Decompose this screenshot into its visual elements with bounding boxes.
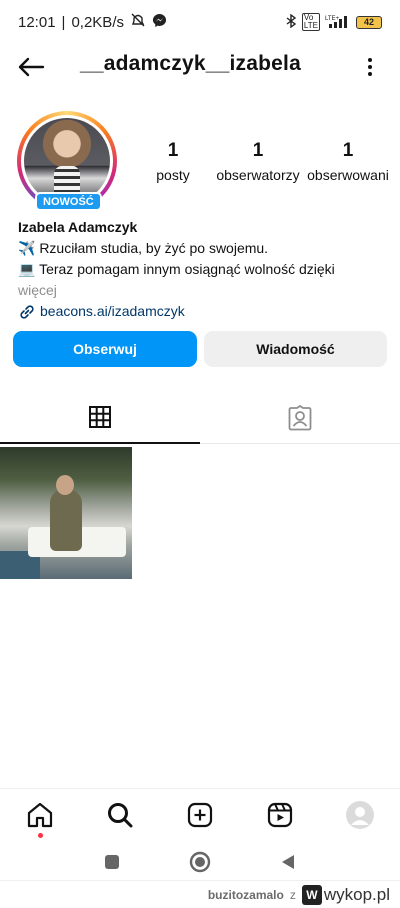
- wykop-logo-icon: W: [301, 884, 322, 905]
- stat-following-value: 1: [342, 140, 354, 161]
- tab-posts-grid[interactable]: [0, 392, 200, 444]
- post-thumbnail[interactable]: [0, 447, 132, 579]
- volte-icon: Vo LTE: [301, 13, 320, 31]
- watermark-user: buzitozamalo: [207, 887, 284, 902]
- back-triangle-icon: [282, 855, 294, 869]
- svg-text:LTE+: LTE+: [325, 16, 340, 22]
- nav-profile[interactable]: [340, 799, 380, 831]
- reels-icon: [267, 802, 293, 828]
- nav-reels[interactable]: [260, 799, 300, 831]
- status-network-speed: 0,2KB/s: [71, 13, 124, 31]
- home-circle-icon: [189, 851, 211, 873]
- profile-bio: Izabela Adamczyk ✈️ Rzuciłam studia, by …: [18, 217, 382, 322]
- status-separator: |: [61, 13, 66, 31]
- bottom-navigation: [0, 788, 400, 840]
- search-icon: [108, 803, 133, 828]
- more-options-button[interactable]: [360, 52, 380, 82]
- system-back-button[interactable]: [277, 851, 299, 873]
- tagged-person-icon: [288, 404, 312, 430]
- watermark-separator: z: [289, 887, 296, 902]
- back-button[interactable]: [16, 52, 46, 82]
- home-icon: [27, 802, 53, 828]
- bio-line: ✈️ Rzuciłam studia, by żyć po swojemu.: [18, 240, 269, 256]
- bio-line: 💻 Teraz pomagam innym osiągnąć wolność d…: [18, 261, 335, 277]
- nav-create[interactable]: [180, 799, 220, 831]
- message-button[interactable]: Wiadomość: [204, 331, 387, 367]
- signal-icon: LTE+: [325, 14, 351, 31]
- link-icon: [20, 304, 34, 319]
- system-navigation: [0, 843, 400, 879]
- profile-name: Izabela Adamczyk: [18, 219, 138, 235]
- tab-tagged[interactable]: [200, 392, 400, 444]
- stat-followers-value: 1: [252, 140, 264, 161]
- follow-button[interactable]: Obserwuj: [13, 331, 197, 367]
- profile-header: __adamczyk__izabela: [0, 44, 400, 88]
- status-left: 12:01 | 0,2KB/s: [18, 12, 167, 32]
- messenger-icon: [152, 13, 167, 32]
- nav-home[interactable]: [20, 799, 60, 838]
- status-bar: 12:01 | 0,2KB/s Vo LTE LTE+ 42: [0, 0, 400, 44]
- stat-following-label: obserwowani: [307, 167, 389, 183]
- status-time: 12:01: [18, 13, 56, 31]
- arrow-left-icon: [18, 57, 45, 77]
- stat-followers[interactable]: 1 obserwatorzy: [212, 140, 304, 188]
- grid-icon: [89, 406, 111, 428]
- profile-link-text: beacons.ai/izadamczyk: [40, 303, 185, 319]
- watermark: buzitozamalo z W wykop.pl: [0, 880, 400, 908]
- wykop-logo: W wykop.pl: [301, 884, 390, 905]
- stat-posts-value: 1: [167, 140, 179, 161]
- stat-posts[interactable]: 1 posty: [128, 140, 218, 188]
- mute-icon: [130, 12, 146, 32]
- system-home-button[interactable]: [189, 851, 211, 873]
- nav-search[interactable]: [100, 799, 140, 831]
- watermark-site: wykop.pl: [323, 884, 390, 904]
- bio-more-link[interactable]: więcej: [18, 280, 382, 301]
- more-vertical-icon: [368, 58, 372, 76]
- notification-dot: [38, 833, 43, 838]
- bluetooth-icon: [285, 13, 297, 31]
- profile-avatar-icon: [346, 801, 374, 829]
- create-icon: [187, 802, 213, 828]
- stat-followers-label: obserwatorzy: [216, 167, 300, 183]
- profile-link[interactable]: beacons.ai/izadamczyk: [18, 301, 382, 322]
- stat-posts-label: posty: [156, 167, 190, 183]
- recent-apps-button[interactable]: [101, 851, 123, 873]
- status-right: Vo LTE LTE+ 42: [285, 13, 382, 31]
- recent-apps-icon: [105, 855, 119, 869]
- stat-following[interactable]: 1 obserwowani: [306, 140, 390, 188]
- battery-icon: 42: [356, 15, 382, 29]
- new-badge: NOWOŚĆ: [35, 192, 102, 211]
- profile-tabs: [0, 392, 400, 444]
- profile-username: __adamczyk__izabela: [80, 52, 301, 75]
